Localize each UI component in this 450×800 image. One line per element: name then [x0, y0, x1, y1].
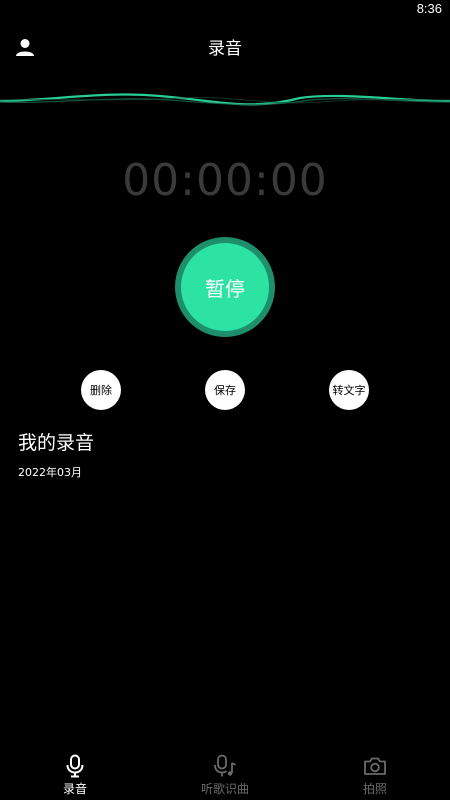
tab-song-recognition-label: 听歌识曲 — [200, 782, 249, 796]
pause-button[interactable]: 暂停 — [181, 243, 269, 331]
tab-song-recognition[interactable]: 听歌识曲 — [150, 752, 300, 800]
delete-button[interactable]: 删除 — [81, 370, 121, 410]
recordings-month: 2022年03月 — [18, 466, 82, 479]
bottom-tab-bar: 录音 听歌识曲 拍照 — [0, 752, 450, 800]
save-button[interactable]: 保存 — [205, 370, 245, 410]
tab-photo-label: 拍照 — [362, 782, 387, 796]
recording-timer: 00:00:00 — [122, 155, 328, 206]
music-mic-icon — [212, 753, 238, 779]
transcribe-button[interactable]: 转文字 — [329, 370, 369, 410]
recordings-title: 我的录音 — [18, 432, 95, 454]
waveform — [0, 93, 450, 106]
tab-record-label: 录音 — [62, 782, 87, 796]
page-title: 录音 — [208, 39, 242, 59]
pause-button-ring: 暂停 — [175, 237, 275, 337]
header: 录音 — [0, 20, 450, 72]
camera-icon — [362, 753, 388, 779]
status-bar: 8:36 — [0, 0, 450, 20]
microphone-icon — [62, 753, 88, 779]
status-time: 8:36 — [416, 1, 442, 16]
tab-record[interactable]: 录音 — [0, 752, 150, 800]
tab-photo[interactable]: 拍照 — [300, 752, 450, 800]
